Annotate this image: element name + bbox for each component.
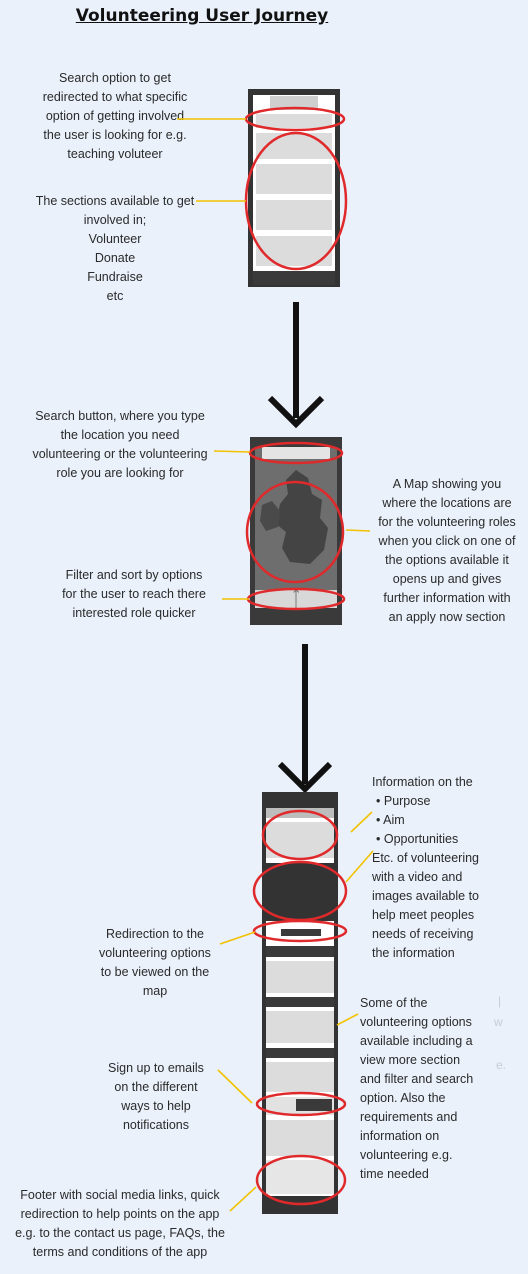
phone-mockup-home xyxy=(244,89,348,287)
flow-arrow-down xyxy=(277,644,333,794)
search-bar-block xyxy=(262,447,330,459)
option-card xyxy=(266,961,334,993)
map-redirect-button xyxy=(281,929,321,936)
option-header xyxy=(266,1048,334,1058)
nav-bar xyxy=(253,271,335,285)
option-card xyxy=(266,1120,334,1156)
faint-mark: w xyxy=(494,1015,503,1029)
signup-button xyxy=(296,1099,332,1111)
svg-text:×: × xyxy=(292,585,300,596)
footer-block xyxy=(266,1160,334,1194)
phone-mockup-map: × xyxy=(245,437,346,625)
flow-arrow-down xyxy=(267,302,325,429)
faint-mark: | xyxy=(498,994,502,1008)
video-block xyxy=(266,863,334,921)
journey-diagram: × xyxy=(177,89,374,1214)
nav-bar xyxy=(250,608,342,625)
section-card xyxy=(256,164,332,194)
option-header xyxy=(266,946,334,957)
option-card xyxy=(266,1011,334,1043)
option-header xyxy=(266,997,334,1007)
faint-mark: e. xyxy=(496,1058,507,1072)
option-card xyxy=(266,1062,334,1092)
search-bar-block xyxy=(256,114,332,128)
section-card xyxy=(256,200,332,230)
phone-mockup-details xyxy=(252,792,348,1214)
